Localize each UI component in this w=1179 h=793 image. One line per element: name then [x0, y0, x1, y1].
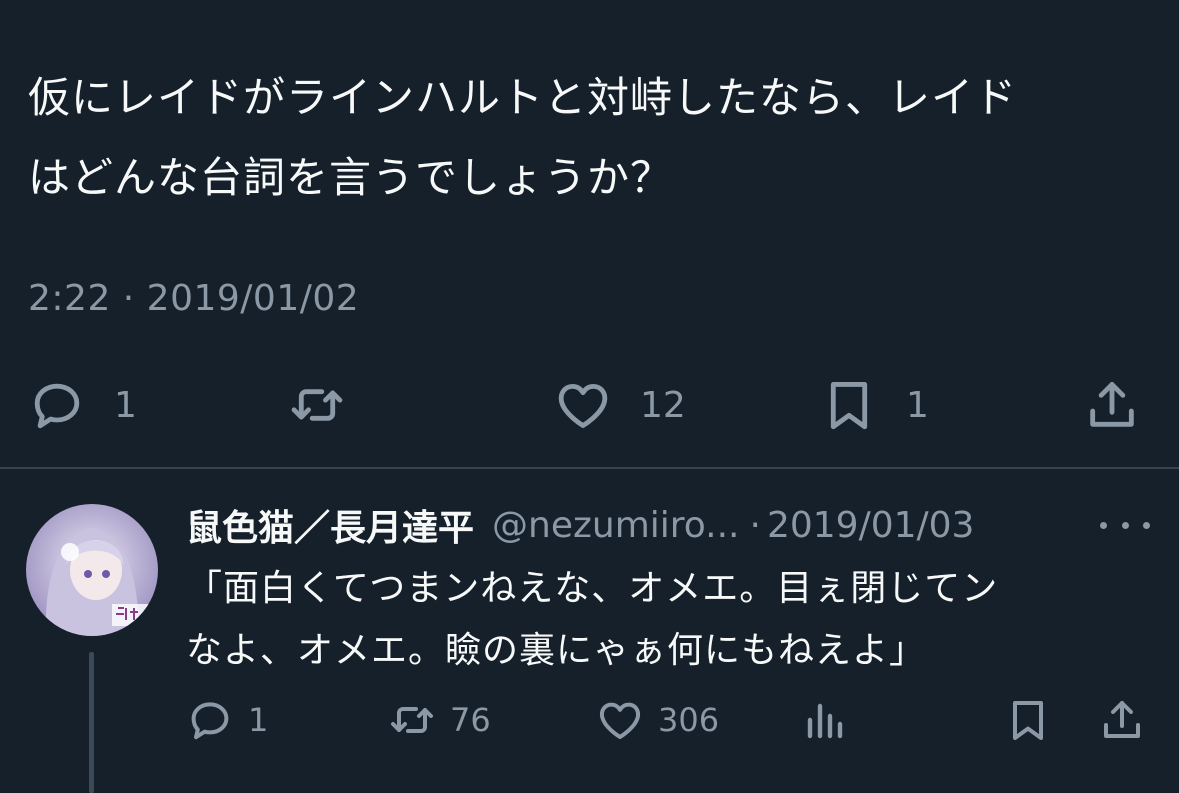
reply-count: 1: [114, 384, 137, 426]
reply-bookmark-button[interactable]: [1004, 692, 1052, 748]
retweet-icon: [391, 707, 433, 733]
more-icon: [1143, 521, 1150, 529]
like-count: 12: [640, 384, 686, 426]
share-icon: [1090, 382, 1134, 427]
bookmark-icon: [1013, 701, 1043, 740]
reply-tweet[interactable]: 鼠色猫／長月達平 @nezumiiro... · 2019/01/03 「面白く…: [0, 470, 1179, 793]
share-icon: [1104, 701, 1140, 738]
reply-action-bar: 1 76 306: [0, 692, 1179, 748]
reply-retweet-button[interactable]: 76: [388, 692, 491, 748]
avatar[interactable]: [26, 504, 158, 636]
reply-share-button[interactable]: [1098, 692, 1146, 748]
reply-like-button[interactable]: 306: [596, 692, 719, 748]
heart-icon: [599, 702, 641, 739]
reply-reply-count: 1: [248, 701, 269, 739]
more-icon: [1121, 521, 1129, 529]
tweet-action-bar: 1 12 1: [0, 370, 1179, 440]
reply-reply-button[interactable]: 1: [186, 692, 268, 748]
author-handle[interactable]: @nezumiiro...: [492, 505, 739, 546]
bookmark-button[interactable]: 1: [820, 370, 929, 440]
views-icon: [807, 703, 843, 739]
reply-icon: [191, 702, 229, 740]
retweet-button[interactable]: [288, 370, 374, 440]
more-button[interactable]: [1100, 508, 1150, 542]
reply-retweet-count: 76: [450, 701, 491, 739]
more-icon: [1100, 521, 1107, 529]
reply-date[interactable]: 2019/01/03: [767, 505, 975, 546]
reply-like-count: 306: [658, 701, 720, 739]
main-tweet: 仮にレイドがラインハルトと対峙したなら、レイド はどんな台詞を言うでしょうか？ …: [0, 0, 1179, 468]
share-button[interactable]: [1083, 370, 1141, 440]
divider: [0, 467, 1179, 469]
reply-header: 鼠色猫／長月達平 @nezumiiro... · 2019/01/03: [186, 500, 1166, 550]
header-separator: ·: [749, 504, 761, 546]
views-button[interactable]: [800, 692, 848, 748]
author-name[interactable]: 鼠色猫／長月達平: [186, 499, 474, 551]
like-button[interactable]: 12: [554, 370, 686, 440]
heart-icon: [558, 383, 608, 428]
tweet-text: 仮にレイドがラインハルトと対峙したなら、レイド はどんな台詞を言うでしょうか？: [28, 73, 1018, 202]
bookmark-icon: [830, 382, 868, 430]
reply-icon: [34, 383, 80, 429]
reply-text: 「面白くてつまンねえな、オメエ。目ぇ閉じてン なよ、オメエ。瞼の裏にゃぁ何にもね…: [186, 568, 999, 671]
reply-button[interactable]: 1: [28, 370, 137, 440]
bookmark-count: 1: [906, 384, 929, 426]
tweet-timestamp[interactable]: 2:22 · 2019/01/02: [28, 278, 359, 319]
retweet-icon: [291, 389, 343, 421]
